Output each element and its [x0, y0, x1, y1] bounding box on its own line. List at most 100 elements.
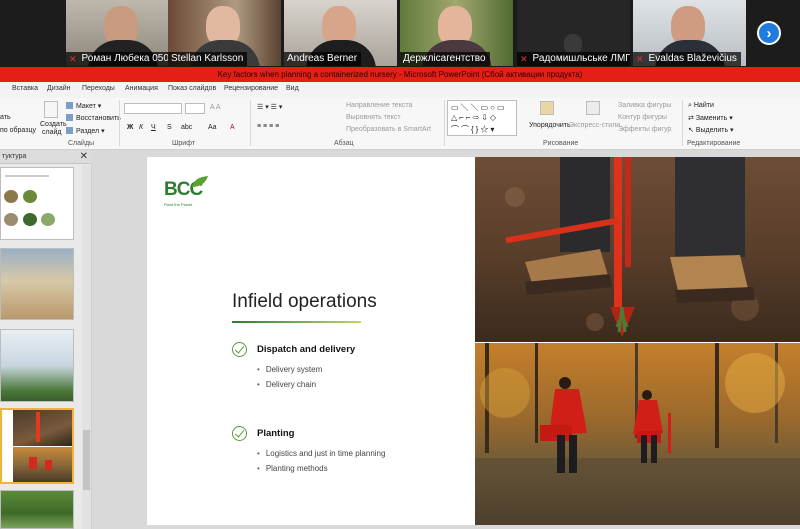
participant-name: Andreas Berner: [287, 53, 358, 64]
shape-fill-button[interactable]: Заливка фигуры: [618, 102, 671, 109]
bullet-item: Delivery chain: [257, 380, 316, 389]
participant-tile[interactable]: ✕ Роман Любека 050-4...: [66, 0, 179, 66]
tab-animation[interactable]: Анимация: [125, 85, 158, 92]
participant-name: Evaldas Blaževičius: [648, 53, 737, 64]
replace-button[interactable]: ⇄ Заменить ▾: [688, 114, 733, 122]
change-case-button[interactable]: Aa: [208, 124, 217, 131]
shape-effects-button[interactable]: Эффекты фигур: [618, 126, 671, 133]
current-slide[interactable]: BCC Plant the Planet Infield operations …: [147, 157, 800, 525]
slide-thumbnail[interactable]: [0, 329, 74, 402]
paste-button[interactable]: ать: [0, 114, 11, 121]
participant-tile[interactable]: Stellan Karlsson: [168, 0, 281, 66]
find-button[interactable]: ⌕ Найти: [688, 102, 714, 110]
participant-name: Stellan Karlsson: [171, 53, 244, 64]
checkmark-icon: [232, 426, 247, 441]
next-participants-button[interactable]: ›: [757, 21, 781, 45]
tab-review[interactable]: Рецензирование: [224, 85, 278, 92]
slide-thumbnail[interactable]: [0, 490, 74, 529]
mic-muted-icon: ✕: [69, 54, 77, 64]
forest-planters-photo: [475, 343, 800, 525]
tab-insert[interactable]: Вставка: [12, 85, 38, 92]
reset-icon: [66, 114, 73, 121]
bold-button[interactable]: Ж: [127, 124, 133, 131]
new-slide-icon: [44, 101, 58, 118]
font-size-select[interactable]: [185, 103, 205, 114]
new-slide-button-label: слайд: [42, 129, 62, 136]
text-direction-button[interactable]: Направление текста: [346, 102, 412, 109]
group-slides-label: Слайды: [68, 140, 95, 147]
participant-tile[interactable]: ✕ Evaldas Blaževičius: [633, 0, 746, 66]
slide-thumbnail[interactable]: [0, 167, 74, 240]
participant-tile[interactable]: Andreas Berner: [284, 0, 397, 66]
align-text-button[interactable]: Выровнять текст: [346, 114, 401, 121]
participant-name: Радомишльське ЛМГ: [532, 53, 630, 64]
arrange-button[interactable]: Упорядочить: [529, 122, 571, 129]
leaf-icon: [192, 176, 208, 187]
scrollbar-thumb[interactable]: [83, 430, 90, 490]
align-buttons[interactable]: ≡ ≡ ≡ ≡: [257, 123, 279, 130]
strikethrough-button[interactable]: S: [167, 124, 172, 131]
underline-button[interactable]: Ч: [151, 124, 156, 131]
layout-button[interactable]: Макет ▾: [66, 102, 101, 110]
pane-title: туктура: [2, 153, 27, 160]
title-underline: [232, 321, 361, 323]
pane-header: туктура ✕: [0, 150, 92, 164]
font-name-select[interactable]: [124, 103, 182, 114]
mic-muted-icon: ✕: [520, 54, 528, 64]
section-button[interactable]: Раздел ▾: [66, 127, 105, 135]
bullets-button[interactable]: ☰ ▾ ☰ ▾: [257, 103, 282, 111]
char-spacing-button[interactable]: abc: [181, 124, 192, 131]
layout-icon: [66, 102, 73, 109]
slide-thumbnail-selected[interactable]: [0, 408, 74, 484]
participant-name: Держлісагентство: [403, 53, 486, 64]
pane-scrollbar[interactable]: [82, 165, 91, 529]
italic-button[interactable]: К: [139, 124, 143, 131]
window-title: Key factors when planning a containerize…: [217, 70, 583, 79]
grow-font-button[interactable]: A A: [210, 104, 221, 111]
participant-video: [564, 34, 582, 54]
section-heading: Planting: [257, 428, 295, 439]
ribbon: ать по образцу Создать слайд Макет ▾ Вос…: [0, 98, 800, 150]
checkmark-icon: [232, 342, 247, 357]
tab-design[interactable]: Дизайн: [47, 85, 71, 92]
quick-styles-icon: [586, 101, 600, 115]
mic-muted-icon: ✕: [636, 54, 644, 64]
font-color-button[interactable]: A: [230, 124, 235, 131]
group-drawing-label: Рисование: [543, 140, 579, 147]
shapes-gallery-icons: ⌒⌒{}☆▾: [451, 125, 497, 134]
window-title-bar: Key factors when planning a containerize…: [0, 67, 800, 82]
tab-slideshow[interactable]: Показ слайдов: [168, 85, 216, 92]
section-icon: [66, 127, 73, 134]
chevron-right-icon: ›: [766, 24, 772, 42]
screen: ✕ Роман Любека 050-4... Stellan Karlsson …: [0, 0, 800, 529]
quick-styles-button[interactable]: Экспресс-стили: [569, 122, 620, 129]
new-slide-button[interactable]: Создать: [40, 121, 67, 128]
shapes-gallery[interactable]: ▭＼＼▭○▭ △⌐⌐⇨⇩◇ ⌒⌒{}☆▾: [447, 100, 517, 136]
select-button[interactable]: ↖ Выделить ▾: [688, 126, 734, 134]
slide-thumbnail-pane: туктура ✕: [0, 150, 92, 529]
group-editing-label: Редактирование: [687, 140, 741, 147]
group-font-label: Шрифт: [172, 140, 196, 147]
arrange-icon: [540, 101, 554, 115]
smartart-button[interactable]: Преобразовать в SmartArt: [346, 126, 431, 133]
reset-button[interactable]: Восстановить: [66, 114, 121, 122]
participant-tile[interactable]: ✕ Радомишльське ЛМГ: [517, 0, 630, 66]
slide-title: Infield operations: [232, 291, 377, 312]
ribbon-tabs: Вставка Дизайн Переходы Анимация Показ с…: [0, 82, 800, 98]
participant-strip: ✕ Роман Любека 050-4... Stellan Karlsson …: [0, 0, 800, 67]
tab-transitions[interactable]: Переходы: [82, 85, 115, 92]
select-icon: ↖: [688, 127, 696, 134]
participant-name: Роман Любека 050-4...: [81, 53, 179, 64]
bcc-logo: BCC Plant the Planet: [164, 176, 210, 209]
format-painter-button[interactable]: по образцу: [0, 127, 36, 134]
close-icon[interactable]: ✕: [80, 151, 88, 162]
bullet-item: Planting methods: [257, 464, 328, 473]
shapes-gallery-icons: ▭＼＼▭○▭: [451, 103, 507, 112]
bullet-item: Logistics and just in time planning: [257, 449, 386, 458]
participant-tile[interactable]: Держлісагентство: [400, 0, 513, 66]
section-heading: Dispatch and delivery: [257, 344, 356, 355]
tab-view[interactable]: Вид: [286, 85, 299, 92]
logo-tagline: Plant the Planet: [164, 202, 193, 207]
slide-thumbnail[interactable]: [0, 248, 74, 320]
shape-outline-button[interactable]: Контур фигуры: [618, 114, 667, 121]
